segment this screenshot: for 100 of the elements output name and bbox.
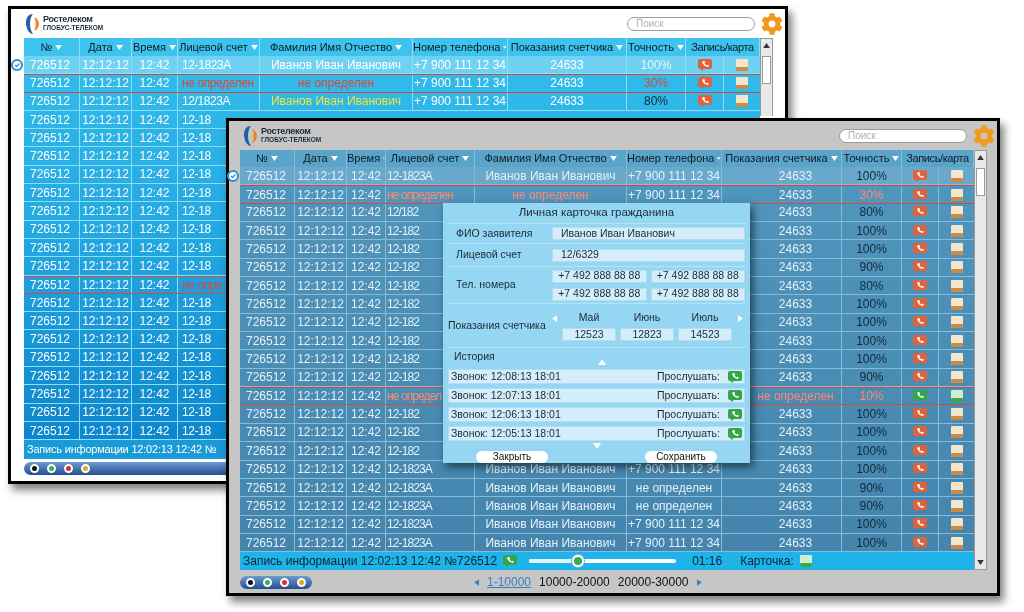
column-header[interactable]: Дата (88, 38, 113, 56)
column-header[interactable]: Запись/карта (906, 150, 969, 167)
table-row[interactable]: 726512 12:12:12 12:42 12-18 (24, 367, 226, 386)
card-icon[interactable] (950, 463, 963, 476)
next-month-icon[interactable] (738, 314, 743, 322)
column-header[interactable]: Точность (843, 150, 890, 167)
phone-bubble-icon[interactable] (913, 390, 927, 403)
phone-bubble-icon[interactable] (697, 58, 712, 71)
column-header[interactable]: Номер телефона (413, 38, 501, 56)
phone-bubble-icon[interactable] (913, 371, 927, 384)
sort-arrow-icon[interactable] (462, 156, 470, 161)
history-item[interactable]: Звонок: 12:07:13 18:01 Прослушать: (448, 388, 745, 404)
phone-bubble-icon[interactable] (728, 370, 742, 383)
settings-icon[interactable] (761, 12, 783, 35)
table-row[interactable]: 726512 12:12:12 12:42 12-18 (24, 312, 226, 331)
field-value[interactable]: +7 492 888 88 88 (552, 287, 647, 301)
card-icon[interactable] (950, 536, 963, 549)
sort-arrow-icon[interactable] (330, 156, 338, 161)
phone-bubble-icon[interactable] (913, 206, 927, 219)
column-header[interactable]: Показания счетчика (510, 38, 614, 56)
phone-bubble-icon[interactable] (913, 481, 927, 494)
previous-month-icon[interactable] (552, 314, 557, 322)
card-icon[interactable] (950, 371, 963, 384)
column-header[interactable]: Лицевой счет (179, 38, 248, 56)
phone-bubble-icon[interactable] (728, 427, 742, 440)
field-value[interactable]: +7 492 888 88 88 (552, 269, 647, 283)
field-value[interactable]: 12/6329 (552, 248, 745, 262)
card-icon[interactable] (950, 426, 963, 439)
page-link[interactable]: 10000-20000 (539, 573, 610, 592)
search-field[interactable]: Поиск (839, 128, 967, 143)
sort-arrow-icon[interactable] (717, 156, 721, 161)
scroll-up-icon[interactable] (763, 43, 770, 48)
page-link[interactable]: 20000-30000 (617, 573, 689, 592)
scrollbar[interactable] (974, 150, 987, 571)
previous-page-icon[interactable] (474, 578, 479, 586)
field-value[interactable]: +7 492 888 88 88 (650, 269, 745, 283)
reading-value[interactable]: 14523 (678, 328, 732, 342)
sort-arrow-icon[interactable] (270, 156, 278, 161)
phone-bubble-icon[interactable] (913, 279, 927, 292)
column-header[interactable]: Время (132, 38, 167, 56)
card-icon[interactable] (950, 408, 963, 421)
phone-bubble-icon[interactable] (913, 334, 927, 347)
phone-bubble-icon[interactable] (913, 536, 927, 549)
sort-arrow-icon[interactable] (383, 156, 385, 161)
column-header[interactable]: Запись/карта (691, 38, 754, 56)
column-header[interactable]: № (256, 150, 268, 167)
table-row[interactable]: 726512 12:12:12 12:42 12-18 (24, 330, 226, 349)
card-icon[interactable] (950, 224, 963, 237)
card-icon[interactable] (736, 95, 748, 108)
scroll-down-icon[interactable] (977, 560, 984, 566)
phone-bubble-icon[interactable] (913, 444, 927, 457)
sort-arrow-icon[interactable] (616, 44, 624, 50)
history-item[interactable]: Звонок: 12:08:13 18:01 Прослушать: (448, 369, 745, 385)
column-header[interactable]: Номер телефона (627, 150, 715, 167)
column-header[interactable]: Фамилия Имя Отчество (484, 150, 607, 167)
slider-thumb[interactable] (570, 554, 585, 569)
sort-arrow-icon[interactable] (115, 44, 123, 50)
card-icon[interactable] (950, 481, 963, 494)
phone-bubble-icon[interactable] (913, 518, 927, 531)
card-icon[interactable] (950, 279, 963, 292)
card-icon[interactable] (950, 206, 963, 219)
reading-value[interactable]: 12823 (620, 328, 674, 342)
next-page-icon[interactable] (696, 578, 702, 586)
field-value[interactable]: Иванов Иван Иванович (552, 227, 745, 240)
column-header[interactable]: № (40, 38, 53, 56)
phone-bubble-icon[interactable] (913, 224, 927, 237)
scrollbar[interactable] (760, 38, 773, 116)
table-row[interactable]: 726512 12:12:12 12:42 12-18 (24, 385, 226, 404)
dialog-button[interactable]: Закрыть (476, 451, 548, 463)
card-icon[interactable] (950, 518, 963, 531)
phone-bubble-icon[interactable] (913, 463, 927, 476)
phone-bubble-icon[interactable] (913, 316, 927, 329)
column-header[interactable]: Показания счетчика (725, 150, 828, 167)
sort-arrow-icon[interactable] (503, 44, 507, 50)
column-header[interactable]: Фамилия Имя Отчество (269, 38, 393, 56)
scrollbar-thumb[interactable] (762, 56, 771, 84)
sort-arrow-icon[interactable] (55, 44, 63, 50)
card-icon[interactable] (950, 353, 963, 366)
phone-bubble-icon[interactable] (697, 77, 712, 90)
phone-bubble-icon[interactable] (913, 353, 927, 366)
dialog-button[interactable]: Сохранить (645, 451, 717, 463)
card-icon[interactable] (950, 243, 963, 256)
table-row[interactable]: 726512 12:12:12 12:42 12-1823А Иванов Иван Иванович не определен 24633 90% (240, 478, 974, 498)
card-icon[interactable] (736, 58, 748, 71)
card-icon[interactable] (950, 261, 963, 274)
scrollbar-thumb[interactable] (976, 168, 985, 196)
card-icon[interactable] (950, 444, 963, 457)
card-icon[interactable] (950, 169, 963, 182)
phone-bubble-icon[interactable] (913, 243, 927, 256)
card-icon[interactable] (950, 390, 963, 403)
sort-arrow-icon[interactable] (892, 156, 900, 161)
column-header[interactable]: Дата (303, 150, 328, 167)
phone-bubble-icon[interactable] (913, 408, 927, 421)
scroll-up-icon[interactable] (977, 155, 984, 160)
table-row[interactable]: 726512 12:12:12 12:42 12-18 (24, 403, 226, 422)
sort-arrow-icon[interactable] (395, 44, 403, 50)
phone-bubble-icon[interactable] (728, 408, 742, 421)
phone-bubble-icon[interactable] (913, 499, 927, 512)
phone-bubble-icon[interactable] (913, 298, 927, 311)
phone-bubble-icon[interactable] (913, 169, 927, 182)
